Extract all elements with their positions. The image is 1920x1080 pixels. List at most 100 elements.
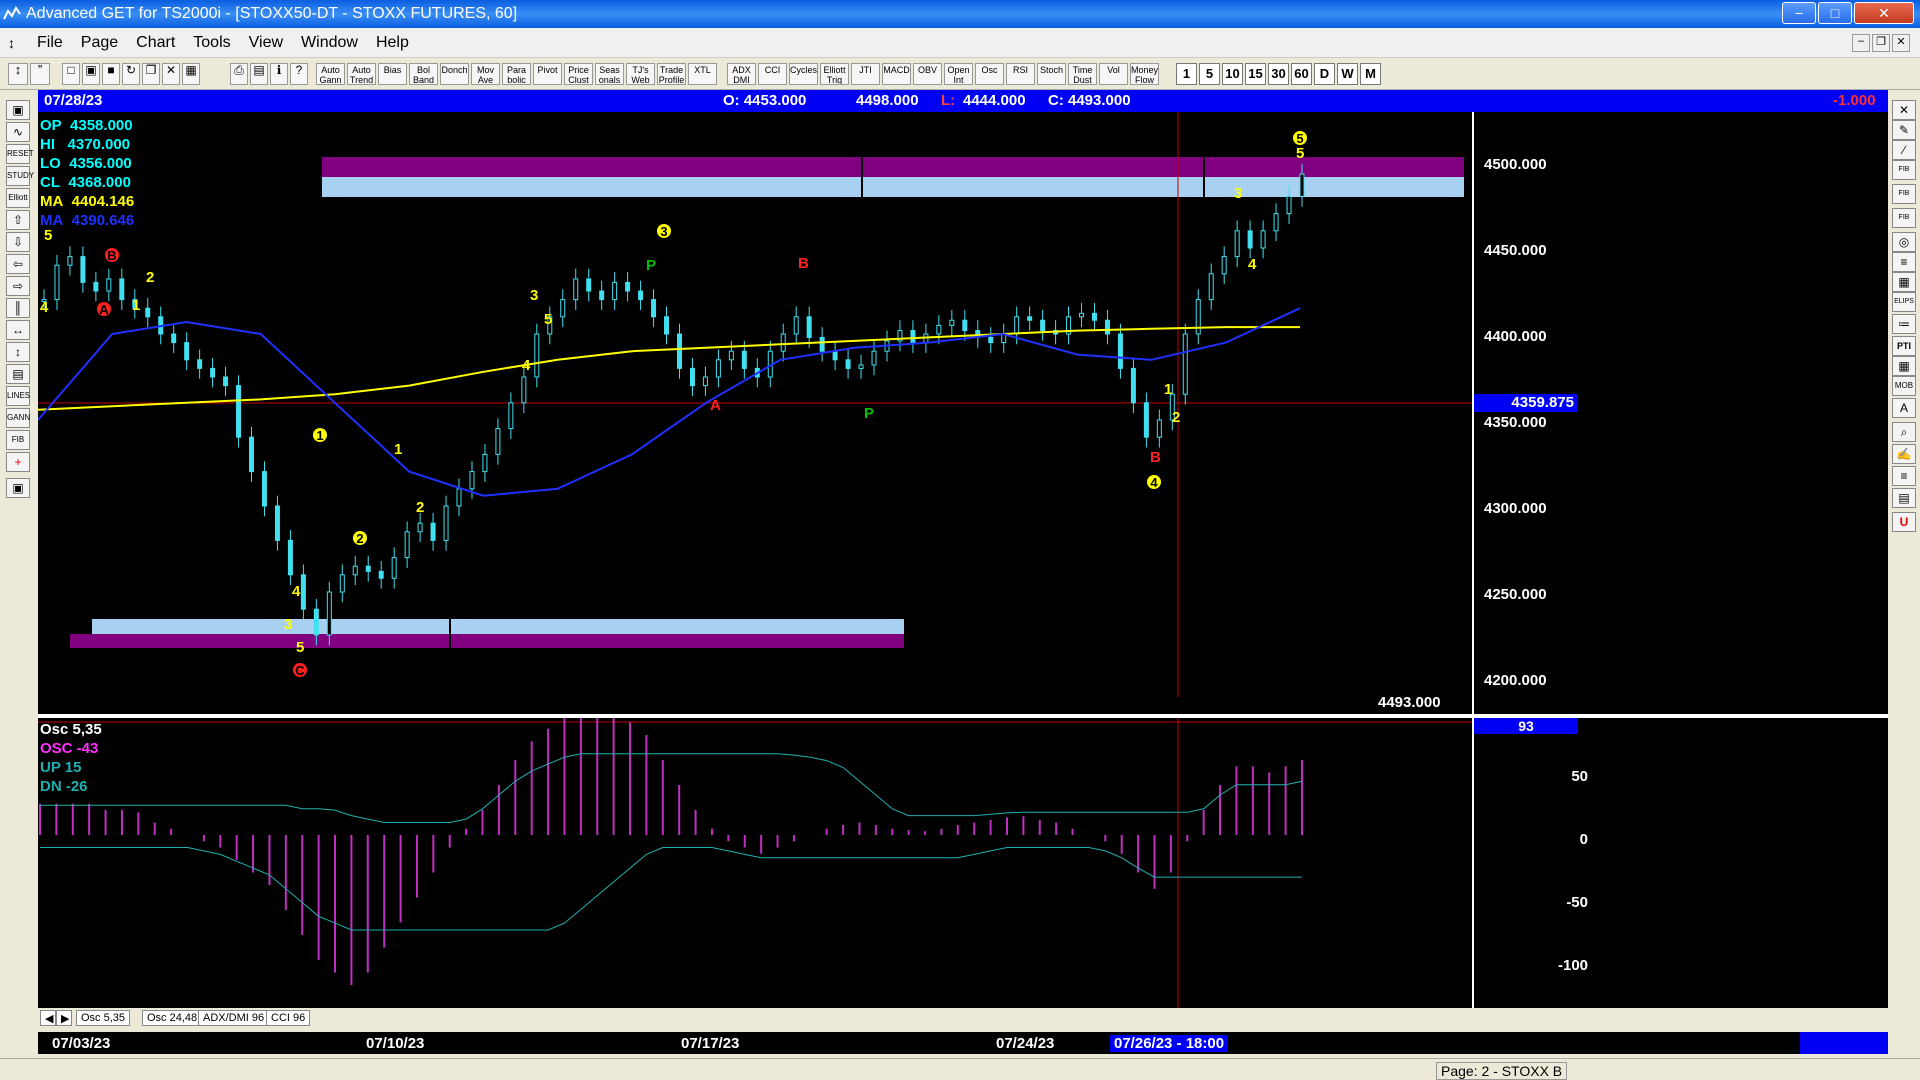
pti-icon[interactable]: PTI [1892, 336, 1916, 356]
zoom-icon[interactable]: ⌕ [1892, 422, 1916, 442]
doc-icon[interactable]: ↕ [8, 35, 15, 51]
cursor-tool-icon[interactable]: ↕ [8, 63, 28, 85]
elliott-icon[interactable]: Elliott [6, 188, 30, 208]
bol-band-button[interactable]: Bol Band [409, 63, 438, 85]
tab-scroll-left[interactable]: ◀ [40, 1010, 56, 1026]
interval-15-button[interactable]: 15 [1245, 63, 1266, 85]
interval-30-button[interactable]: 30 [1268, 63, 1289, 85]
bars-icon[interactable]: ║ [6, 298, 30, 318]
vol-button[interactable]: Vol [1099, 63, 1128, 85]
osc-button[interactable]: Osc [975, 63, 1004, 85]
fib-ret-icon[interactable]: FIB RET [1892, 160, 1916, 191]
menu-window[interactable]: Window [301, 34, 358, 52]
study-icon[interactable]: STUDY [6, 166, 34, 186]
page-icon[interactable]: ▣ [6, 478, 30, 498]
crosshair-icon[interactable]: + [6, 452, 30, 472]
donch-button[interactable]: Donch [440, 63, 469, 85]
tab-scroll-right[interactable]: ▶ [56, 1010, 72, 1026]
auto-gann-button[interactable]: Auto Gann [316, 63, 345, 85]
table-icon[interactable]: ▦ [1892, 356, 1916, 376]
table2-icon[interactable]: ▤ [1892, 488, 1916, 508]
ellipse-icon[interactable]: ELIPS [1892, 292, 1916, 312]
magnet-icon[interactable]: U [1892, 512, 1916, 532]
text-tool-icon[interactable]: A [1892, 398, 1916, 418]
pencil-icon[interactable]: ✎ [1892, 120, 1916, 140]
price-chart[interactable]: 54213541243534512PPBAB12345BAC OP 4358.0… [37, 112, 1888, 715]
mov-ave-button[interactable]: Mov Ave [471, 63, 500, 85]
time-dust-button[interactable]: Time Dust [1068, 63, 1097, 85]
tab-osc-24-48[interactable]: Osc 24,48 [142, 1010, 203, 1026]
parabolic-button[interactable]: Para bolic [502, 63, 531, 85]
delete-icon[interactable]: ✕ [162, 63, 180, 85]
wave-icon[interactable]: ∿ [6, 122, 30, 142]
spiral-icon[interactable]: ◎ [1892, 232, 1916, 252]
interval-w-button[interactable]: W [1337, 63, 1358, 85]
bias-button[interactable]: Bias [378, 63, 407, 85]
menu-file[interactable]: File [37, 34, 63, 52]
open-int-button[interactable]: Open Int [944, 63, 973, 85]
channel-icon[interactable]: ≔ [1892, 314, 1916, 334]
fan-icon[interactable]: ≡ [1892, 252, 1916, 272]
seasonals-button[interactable]: Seas onals [595, 63, 624, 85]
gann-icon[interactable]: GANN [6, 408, 30, 428]
money-flow-button[interactable]: Money Flow [1130, 63, 1159, 85]
interval-10-button[interactable]: 10 [1222, 63, 1243, 85]
obv-button[interactable]: OBV [913, 63, 942, 85]
interval-60-button[interactable]: 60 [1291, 63, 1312, 85]
ruler-icon[interactable]: ≡ [1892, 466, 1916, 486]
refresh-icon[interactable]: ↻ [122, 63, 140, 85]
arrow-down-icon[interactable]: ⇩ [6, 232, 30, 252]
mob-icon[interactable]: MOB [1892, 376, 1916, 396]
xtl-button[interactable]: XTL [688, 63, 717, 85]
minimize-button[interactable]: − [1782, 2, 1816, 24]
interval-5-button[interactable]: 5 [1199, 63, 1220, 85]
jti-button[interactable]: JTI [851, 63, 880, 85]
rsi-button[interactable]: RSI [1006, 63, 1035, 85]
fib-icon[interactable]: FIB [6, 430, 30, 450]
copy-icon[interactable]: ❐ [142, 63, 160, 85]
cycles-button[interactable]: Cycles [789, 63, 818, 85]
print-preview-icon[interactable]: ▤ [250, 63, 268, 85]
menu-page[interactable]: Page [81, 34, 118, 52]
help-cursor-icon[interactable]: ? [290, 63, 308, 85]
folder-icon[interactable]: ▣ [6, 100, 30, 120]
pivot-button[interactable]: Pivot [533, 63, 562, 85]
auto-trend-button[interactable]: Auto Trend [347, 63, 376, 85]
expand-icon[interactable]: ↔ [6, 320, 30, 340]
brush-icon[interactable]: ✍ [1892, 444, 1916, 464]
tab-osc-5-35[interactable]: Osc 5,35 [76, 1010, 131, 1026]
oscillator-panel[interactable]: Osc 5,35 OSC -43 UP 15 DN -26 50 0 -50 -100… [38, 710, 1888, 1008]
print-icon[interactable]: ⎙ [230, 63, 248, 85]
stoch-button[interactable]: Stoch [1037, 63, 1066, 85]
arrow-up-icon[interactable]: ⇧ [6, 210, 30, 230]
hint-icon[interactable]: ℹ [270, 63, 288, 85]
price-clust-button[interactable]: Price Clust [564, 63, 593, 85]
new-page-icon[interactable]: □ [62, 63, 80, 85]
arrow-right-icon[interactable]: ⇨ [6, 276, 30, 296]
mdi-minimize-button[interactable]: – [1852, 34, 1870, 52]
fib-time-icon[interactable]: FIB TIME [1892, 208, 1916, 239]
grid-icon[interactable]: ▦ [182, 63, 200, 85]
tjs-web-button[interactable]: TJ's Web [626, 63, 655, 85]
cci-button[interactable]: CCI [758, 63, 787, 85]
arrow-left-icon[interactable]: ⇦ [6, 254, 30, 274]
menu-chart[interactable]: Chart [136, 34, 175, 52]
grid-tool-icon[interactable]: ▦ [1892, 272, 1916, 292]
save-icon[interactable]: ■ [102, 63, 120, 85]
fib-ext-icon[interactable]: FIB EXT [1892, 184, 1916, 215]
interval-d-button[interactable]: D [1314, 63, 1335, 85]
open-icon[interactable]: ▣ [82, 63, 100, 85]
cross-tool-icon[interactable]: ✕ [1892, 100, 1916, 120]
tab-adx-dmi-96[interactable]: ADX/DMI 96 [198, 1010, 270, 1026]
menu-tools[interactable]: Tools [193, 34, 230, 52]
tab-cci-96[interactable]: CCI 96 [266, 1010, 311, 1026]
quote-icon[interactable]: ” [30, 63, 50, 85]
menu-view[interactable]: View [249, 34, 283, 52]
compress-icon[interactable]: ↕ [6, 342, 30, 362]
interval-1-button[interactable]: 1 [1176, 63, 1197, 85]
box-icon[interactable]: ▤ [6, 364, 30, 384]
price-axis[interactable] [1472, 112, 1474, 715]
maximize-button[interactable]: □ [1818, 2, 1852, 24]
macd-button[interactable]: MACD [882, 63, 911, 85]
menu-help[interactable]: Help [376, 34, 409, 52]
